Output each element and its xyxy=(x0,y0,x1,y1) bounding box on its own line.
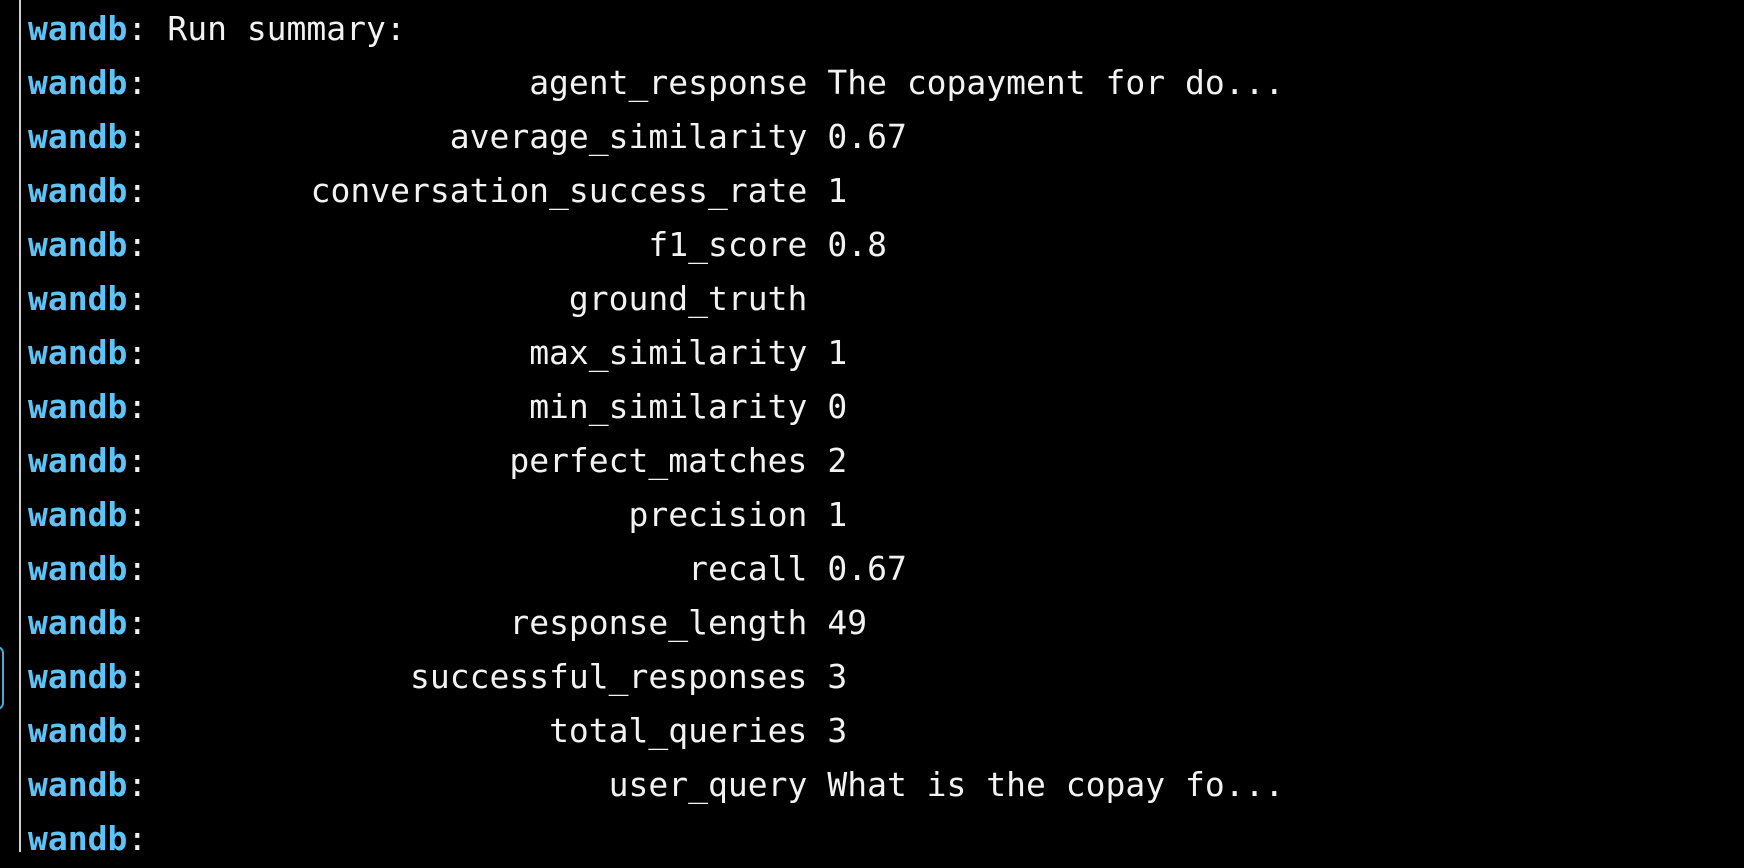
wandb-prefix: wandb xyxy=(28,657,128,696)
header-line: wandb: Run summary: xyxy=(28,4,1284,58)
metric-key: precision xyxy=(628,495,808,534)
wandb-prefix: wandb xyxy=(28,603,128,642)
terminal-left-border xyxy=(19,0,21,852)
metric-value: 0.67 xyxy=(827,549,907,588)
metric-key: conversation_success_rate xyxy=(310,171,808,210)
wandb-prefix: wandb xyxy=(28,549,128,588)
summary-row: wandb: max_similarity 1 xyxy=(28,328,1284,382)
summary-row: wandb: ground_truth xyxy=(28,274,1284,328)
metric-key: user_query xyxy=(608,765,808,804)
wandb-prefix: wandb xyxy=(28,225,128,264)
metric-value: 1 xyxy=(827,171,848,210)
wandb-prefix: wandb xyxy=(28,171,128,210)
summary-row: wandb: user_query What is the copay fo... xyxy=(28,760,1284,814)
summary-row: wandb: response_length 49 xyxy=(28,598,1284,652)
summary-row: wandb: min_similarity 0 xyxy=(28,382,1284,436)
metric-key: max_similarity xyxy=(529,333,808,372)
terminal-window[interactable]: wandb: Run summary: wandb: agent_response T… xyxy=(0,0,1744,858)
metric-key: response_length xyxy=(509,603,808,642)
metric-value: 0.67 xyxy=(827,117,907,156)
metric-key: average_similarity xyxy=(449,117,808,156)
metric-value: What is the copay fo... xyxy=(827,765,1285,804)
wandb-prefix: wandb xyxy=(28,387,128,426)
prefix-separator: : xyxy=(127,117,148,156)
metric-value: 0 xyxy=(827,387,848,426)
summary-row: wandb: f1_score 0.8 xyxy=(28,220,1284,274)
prefix-separator: : xyxy=(127,657,148,696)
metric-key: perfect_matches xyxy=(509,441,808,480)
prefix-separator: : xyxy=(127,441,148,480)
summary-row: wandb: agent_response The copayment for do… xyxy=(28,58,1284,112)
metric-value: 3 xyxy=(827,711,848,750)
metric-value: The copayment for do... xyxy=(827,63,1285,102)
metric-key: min_similarity xyxy=(529,387,808,426)
scroll-marker[interactable] xyxy=(0,646,4,710)
summary-row: wandb: precision 1 xyxy=(28,490,1284,544)
wandb-prefix: wandb xyxy=(28,819,128,858)
prefix-separator: : xyxy=(127,333,148,372)
prefix-separator: : xyxy=(127,711,148,750)
metric-key: ground_truth xyxy=(568,279,808,318)
prefix-separator: : xyxy=(127,819,148,858)
wandb-prefix: wandb xyxy=(28,117,128,156)
summary-row: wandb: average_similarity 0.67 xyxy=(28,112,1284,166)
metric-value: 0.8 xyxy=(827,225,887,264)
wandb-prefix: wandb xyxy=(28,279,128,318)
metric-value: 49 xyxy=(827,603,868,642)
prefix-separator: : xyxy=(127,603,148,642)
wandb-prefix: wandb xyxy=(28,495,128,534)
wandb-prefix: wandb xyxy=(28,765,128,804)
metric-key: total_queries xyxy=(549,711,808,750)
prefix-separator: : xyxy=(127,9,148,48)
prefix-separator: : xyxy=(127,765,148,804)
metric-key: recall xyxy=(688,549,808,588)
summary-row: wandb: perfect_matches 2 xyxy=(28,436,1284,490)
metric-value: 1 xyxy=(827,333,848,372)
wandb-prefix: wandb xyxy=(28,711,128,750)
summary-row: wandb: total_queries 3 xyxy=(28,706,1284,760)
trailing-line: wandb: xyxy=(28,814,1284,868)
metric-key: agent_response xyxy=(529,63,808,102)
wandb-prefix: wandb xyxy=(28,9,128,48)
prefix-separator: : xyxy=(127,279,148,318)
summary-row: wandb: recall 0.67 xyxy=(28,544,1284,598)
metric-value: 3 xyxy=(827,657,848,696)
prefix-separator: : xyxy=(127,387,148,426)
metric-key: f1_score xyxy=(648,225,808,264)
run-summary-header: Run summary: xyxy=(167,9,406,48)
metric-key: successful_responses xyxy=(409,657,808,696)
metric-value: 1 xyxy=(827,495,848,534)
metric-value: 2 xyxy=(827,441,848,480)
prefix-separator: : xyxy=(127,495,148,534)
wandb-prefix: wandb xyxy=(28,333,128,372)
wandb-prefix: wandb xyxy=(28,63,128,102)
summary-row: wandb: conversation_success_rate 1 xyxy=(28,166,1284,220)
prefix-separator: : xyxy=(127,225,148,264)
prefix-separator: : xyxy=(127,171,148,210)
prefix-separator: : xyxy=(127,549,148,588)
wandb-prefix: wandb xyxy=(28,441,128,480)
prefix-separator: : xyxy=(127,63,148,102)
terminal-output: wandb: Run summary: wandb: agent_response T… xyxy=(28,4,1284,868)
summary-row: wandb: successful_responses 3 xyxy=(28,652,1284,706)
